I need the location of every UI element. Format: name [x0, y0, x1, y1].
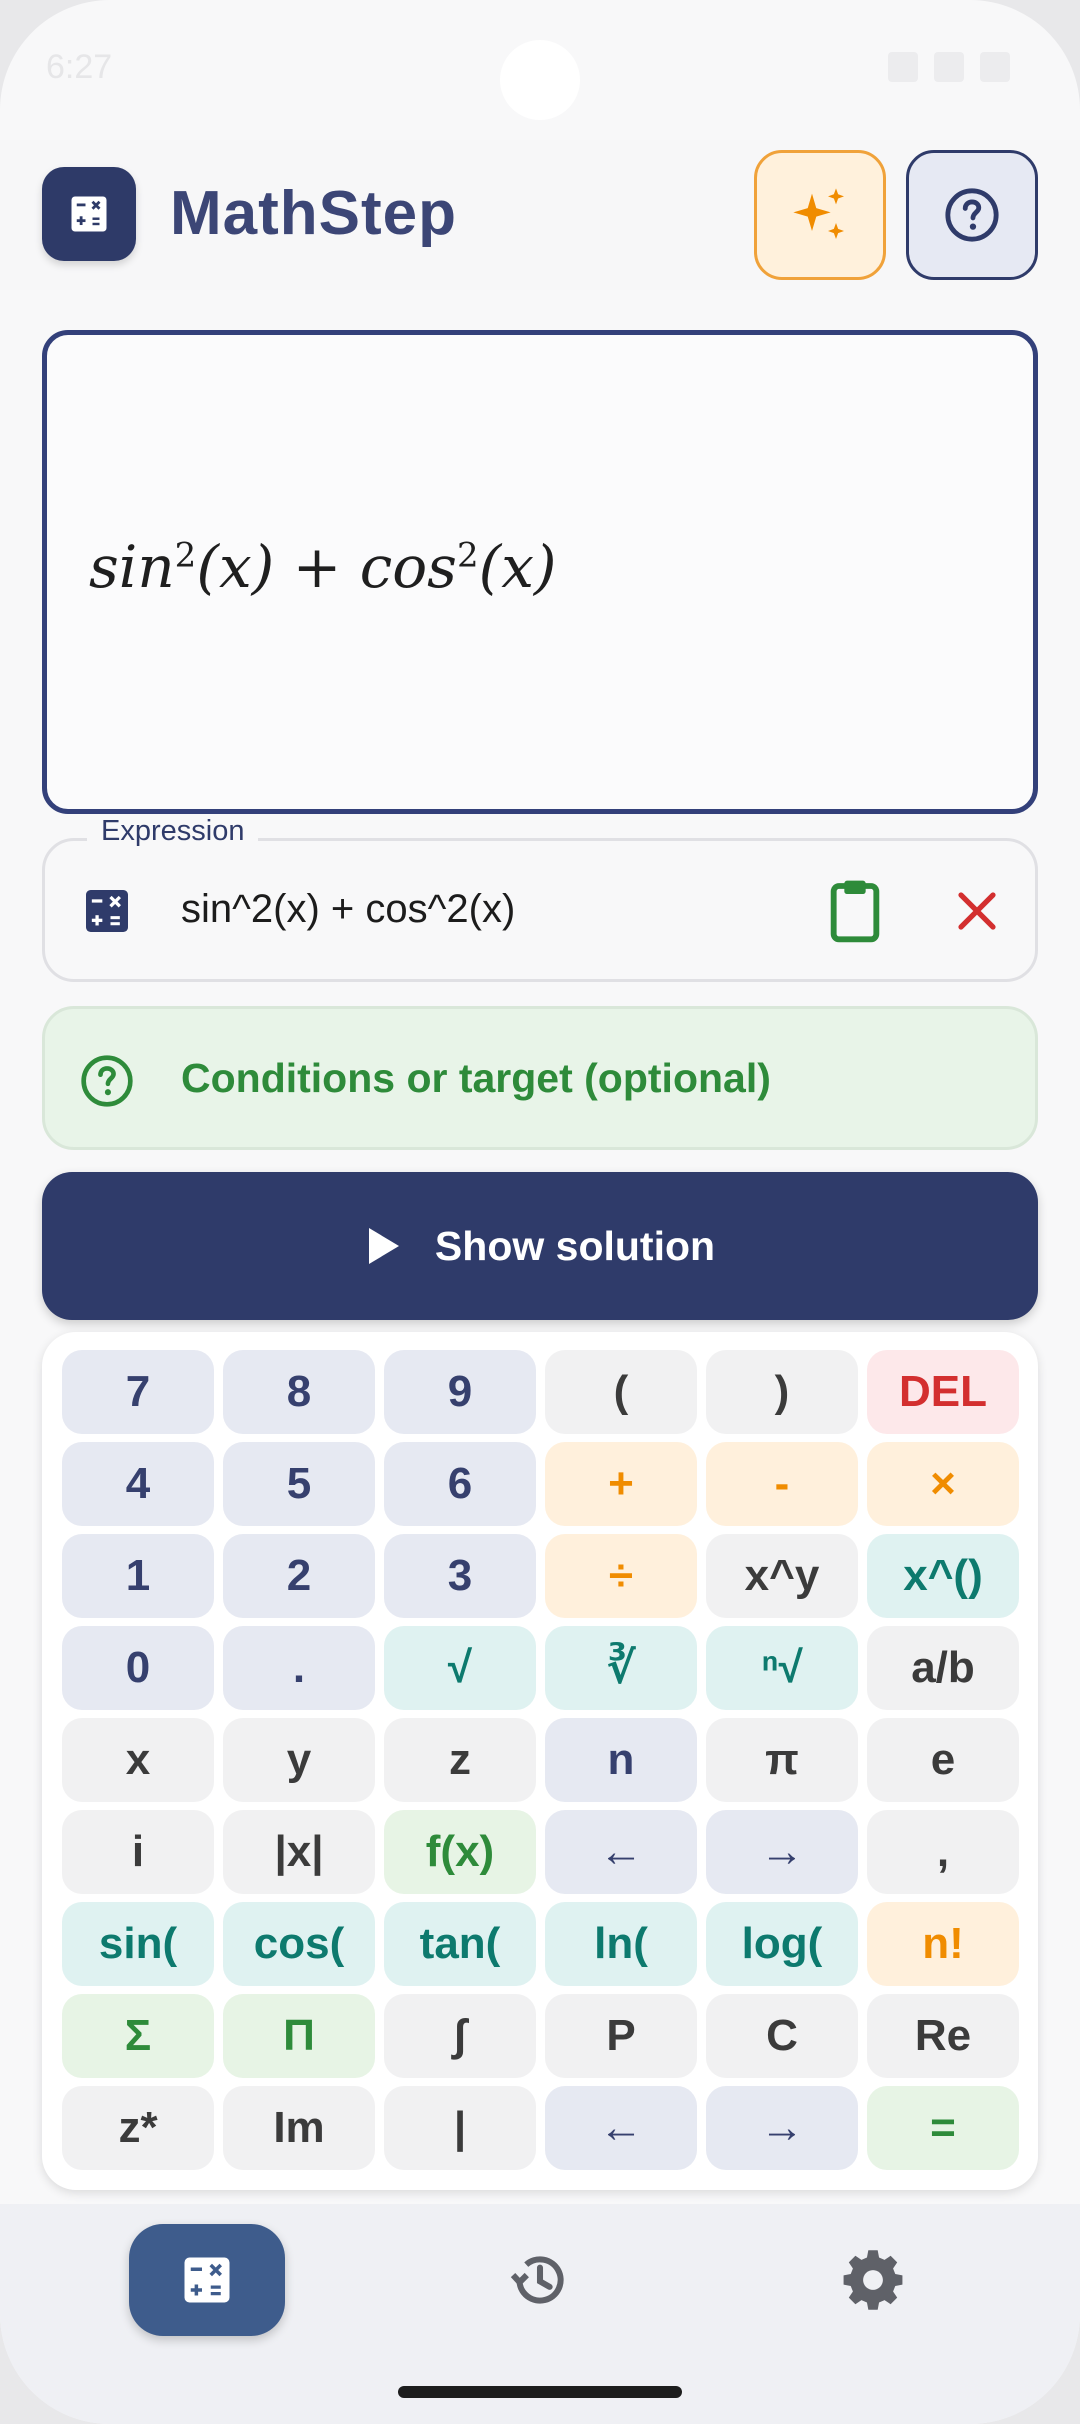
key-14[interactable]: 3 [384, 1534, 536, 1618]
key-40[interactable]: log( [706, 1902, 858, 1986]
key-49[interactable]: Im [223, 2086, 375, 2170]
key-9[interactable]: + [545, 1442, 697, 1526]
key-33[interactable]: ← [545, 1810, 697, 1894]
key-39[interactable]: ln( [545, 1902, 697, 1986]
key-43[interactable]: Π [223, 1994, 375, 2078]
key-24[interactable]: x [62, 1718, 214, 1802]
key-5[interactable]: DEL [867, 1350, 1019, 1434]
key-29[interactable]: e [867, 1718, 1019, 1802]
key-27[interactable]: n [545, 1718, 697, 1802]
key-25[interactable]: y [223, 1718, 375, 1802]
sparkles-icon [793, 188, 844, 239]
calculator-icon [184, 2257, 230, 2303]
expression-input[interactable]: sin^2(x) + cos^2(x) [181, 887, 515, 932]
key-2[interactable]: 9 [384, 1350, 536, 1434]
app-screen: 6:27 MathStep sin2(x) + cos2(x) Expressi… [0, 0, 1080, 2424]
key-47[interactable]: Re [867, 1994, 1019, 2078]
key-28[interactable]: π [706, 1718, 858, 1802]
math-keypad: 7 8 9() DEL 4 5 6 + - × 1 2 3 ÷ x^y x^() 0. √ ∛ ⁿ√ a/b x y z n π e… [42, 1332, 1038, 2190]
nav-calculator[interactable] [129, 2224, 285, 2336]
key-13[interactable]: 2 [223, 1534, 375, 1618]
camera-cutout [500, 40, 580, 120]
preview-plus: + [274, 533, 360, 601]
key-20[interactable]: √ [384, 1626, 536, 1710]
status-bar: 6:27 [0, 0, 1080, 140]
key-15[interactable]: ÷ [545, 1534, 697, 1618]
gear-icon [843, 2250, 903, 2310]
key-26[interactable]: z [384, 1718, 536, 1802]
status-time: 6:27 [46, 48, 113, 86]
play-icon [368, 1228, 399, 1264]
help-circle-icon [79, 1053, 135, 1114]
key-37[interactable]: cos( [223, 1902, 375, 1986]
ai-assist-button[interactable] [754, 150, 886, 280]
key-16[interactable]: x^y [706, 1534, 858, 1618]
key-35[interactable]: , [867, 1810, 1019, 1894]
calculator-icon [42, 167, 136, 261]
show-solution-label: Show solution [434, 1222, 716, 1269]
key-53[interactable]: = [867, 2086, 1019, 2170]
key-45[interactable]: P [545, 1994, 697, 2078]
expression-label: Expression [87, 815, 259, 848]
key-19[interactable]: . [223, 1626, 375, 1710]
preview-arg-1: (x) [196, 533, 275, 601]
key-22[interactable]: ⁿ√ [706, 1626, 858, 1710]
key-34[interactable]: → [706, 1810, 858, 1894]
preview-fn-1: sin [89, 533, 175, 601]
signal-icon [934, 52, 964, 82]
math-preview: sin2(x) + cos2(x) [42, 330, 1038, 814]
close-icon[interactable] [953, 887, 1001, 940]
battery-icon [980, 52, 1010, 82]
key-10[interactable]: - [706, 1442, 858, 1526]
key-52[interactable]: → [706, 2086, 858, 2170]
wifi-icon [888, 52, 918, 82]
expression-field[interactable]: Expression sin^2(x) + cos^2(x) [42, 815, 1038, 982]
nav-settings[interactable] [795, 2224, 951, 2336]
key-41[interactable]: n! [867, 1902, 1019, 1986]
key-12[interactable]: 1 [62, 1534, 214, 1618]
key-31[interactable]: |x| [223, 1810, 375, 1894]
app-title: MathStep [170, 179, 457, 248]
app-header: MathStep [0, 140, 1080, 290]
preview-exp-2: 2 [456, 535, 479, 576]
key-1[interactable]: 8 [223, 1350, 375, 1434]
rendered-expression: sin2(x) + cos2(x) [89, 533, 557, 601]
key-50[interactable]: | [384, 2086, 536, 2170]
help-circle-icon [945, 188, 999, 242]
key-7[interactable]: 5 [223, 1442, 375, 1526]
key-11[interactable]: × [867, 1442, 1019, 1526]
key-23[interactable]: a/b [867, 1626, 1019, 1710]
key-21[interactable]: ∛ [545, 1626, 697, 1710]
key-48[interactable]: z* [62, 2086, 214, 2170]
preview-arg-2: (x) [478, 533, 557, 601]
key-32[interactable]: f(x) [384, 1810, 536, 1894]
key-51[interactable]: ← [545, 2086, 697, 2170]
clipboard-icon[interactable] [823, 875, 887, 950]
key-6[interactable]: 4 [62, 1442, 214, 1526]
conditions-placeholder: Conditions or target (optional) [181, 1055, 771, 1101]
calculator-icon [79, 883, 135, 944]
key-44[interactable]: ∫ [384, 1994, 536, 2078]
key-42[interactable]: Σ [62, 1994, 214, 2078]
key-0[interactable]: 7 [62, 1350, 214, 1434]
status-icons [888, 52, 1010, 82]
key-18[interactable]: 0 [62, 1626, 214, 1710]
nav-history[interactable] [462, 2224, 618, 2336]
key-30[interactable]: i [62, 1810, 214, 1894]
conditions-field[interactable]: Conditions or target (optional) [42, 1006, 1038, 1150]
preview-fn-2: cos [359, 533, 457, 601]
home-indicator[interactable] [398, 2386, 682, 2398]
key-4[interactable]: ) [706, 1350, 858, 1434]
show-solution-button[interactable]: Show solution [42, 1172, 1038, 1320]
preview-exp-1: 2 [174, 535, 197, 576]
keypad-grid: 7 8 9() DEL 4 5 6 + - × 1 2 3 ÷ x^y x^() 0. √ ∛ ⁿ√ a/b x y z n π e… [62, 1350, 1019, 2170]
help-button[interactable] [906, 150, 1038, 280]
key-46[interactable]: C [706, 1994, 858, 2078]
key-38[interactable]: tan( [384, 1902, 536, 1986]
key-36[interactable]: sin( [62, 1902, 214, 1986]
history-icon [510, 2256, 564, 2304]
key-8[interactable]: 6 [384, 1442, 536, 1526]
key-3[interactable]: ( [545, 1350, 697, 1434]
key-17[interactable]: x^() [867, 1534, 1019, 1618]
